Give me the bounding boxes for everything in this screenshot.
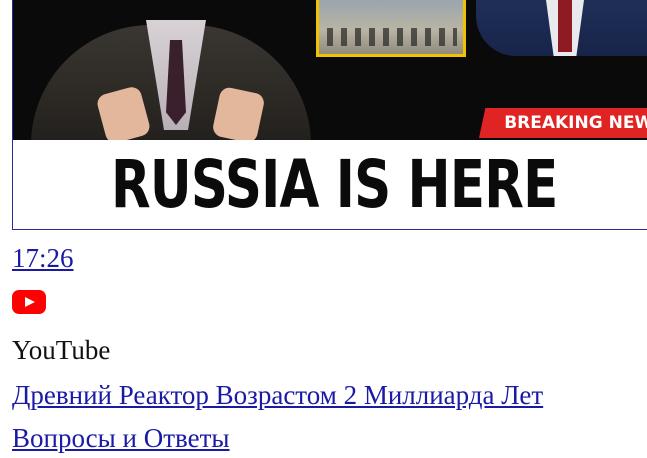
- inset-image: [316, 0, 466, 57]
- video-thumbnail-link[interactable]: BREAKING NEWS RUSSIA IS HERE: [12, 0, 647, 230]
- breaking-news-banner: BREAKING NEWS: [479, 108, 647, 138]
- channel-link[interactable]: Вопросы и Ответы: [12, 425, 230, 452]
- video-source: YouTube: [12, 335, 111, 365]
- presenter-figure: [31, 0, 311, 140]
- video-title-link[interactable]: Древний Реактор Возрастом 2 Миллиарда Ле…: [12, 382, 543, 409]
- secondary-figure: [476, 0, 647, 56]
- thumbnail-headline-band: RUSSIA IS HERE: [13, 140, 647, 229]
- video-result-card: BREAKING NEWS RUSSIA IS HERE 17:26 YouTu…: [0, 0, 647, 458]
- youtube-icon: [12, 290, 46, 314]
- video-duration-link[interactable]: 17:26: [12, 245, 74, 272]
- thumbnail-headline: RUSSIA IS HERE: [111, 146, 558, 223]
